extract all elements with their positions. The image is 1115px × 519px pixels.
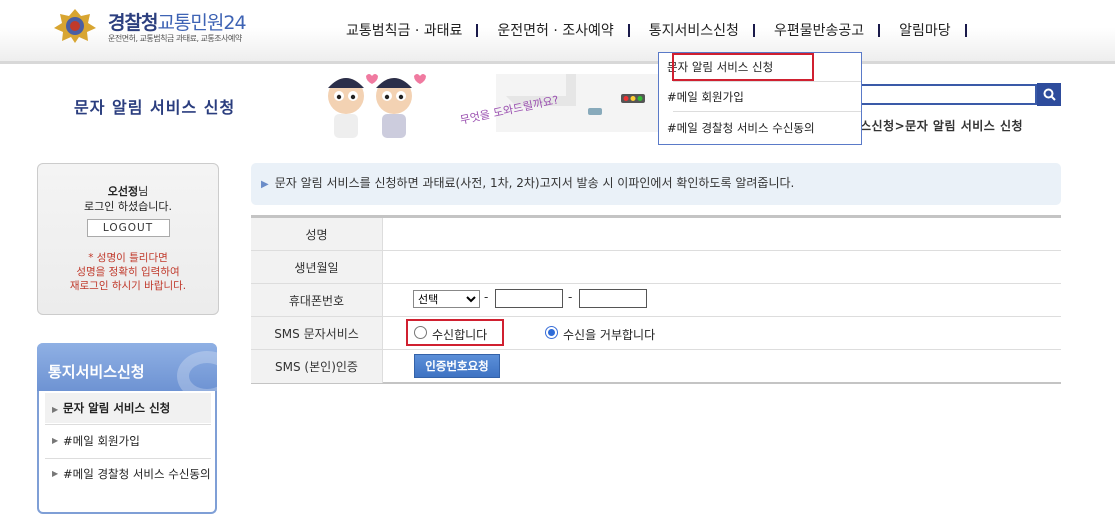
info-text: 문자 알림 서비스를 신청하면 과태료(사전, 1차, 2차)고지서 발송 시 …	[274, 176, 795, 190]
request-cert-code-button[interactable]: 인증번호요청	[414, 354, 500, 378]
chevron-right-icon: ▶	[52, 469, 59, 478]
dropdown-item-email-join[interactable]: #메일 회원가입	[667, 89, 744, 105]
login-warning: * 성명이 틀리다면 성명을 정확히 입력하여 재로그인 하시기 바랍니다.	[38, 251, 218, 293]
highlight-box	[406, 319, 504, 346]
form-row-sms-service: SMS 문자서비스 수신합니다 수신을 거부합니다	[251, 317, 1061, 350]
nav-separator	[476, 23, 479, 37]
dropdown-divider	[673, 111, 861, 112]
triangle-bullet-icon: ▶	[261, 179, 269, 190]
highlight-box	[672, 53, 814, 81]
police-emblem-icon	[54, 9, 96, 43]
nav-separator	[964, 23, 967, 37]
info-message: ▶ 문자 알림 서비스를 신청하면 과태료(사전, 1차, 2차)고지서 발송 시…	[251, 163, 1061, 205]
nav-separator	[878, 23, 881, 37]
nav-notification[interactable]: 통지서비스신청	[649, 20, 774, 40]
phone-prefix-select[interactable]: 선택	[413, 290, 480, 308]
form-row-name: 성명	[251, 218, 1061, 251]
swoosh-decoration	[177, 351, 217, 391]
search-input[interactable]	[852, 84, 1037, 105]
sidebar-item-sms-alert[interactable]: ▶ 문자 알림 서비스 신청	[45, 393, 211, 423]
field-label: 성명	[251, 218, 383, 250]
sms-signup-form: 성명 생년월일 휴대폰번호 선택 - - SMS 문자서비스 수신합니다 수신을…	[251, 215, 1061, 384]
form-row-phone: 휴대폰번호 선택 - -	[251, 284, 1061, 317]
search-icon	[1043, 88, 1056, 101]
user-name-suffix: 님	[138, 185, 149, 198]
logo-tagline: 운전면허, 교통범칙금 과태료, 교통조사예약	[108, 34, 242, 43]
side-menu-title: 통지서비스신청	[37, 343, 217, 391]
form-row-birthdate: 생년월일	[251, 251, 1061, 284]
sidebar-item-email-consent[interactable]: ▶ #메일 경찰청 서비스 수신동의	[45, 466, 211, 482]
sidebar-item-label: 문자 알림 서비스 신청	[63, 401, 171, 415]
side-menu-title-text: 통지서비스신청	[48, 363, 145, 381]
chevron-right-icon: ▶	[52, 405, 59, 414]
login-greeting: 로그인 하셨습니다.	[84, 200, 172, 213]
warning-line: * 성명이 틀리다면	[88, 252, 168, 264]
search-button[interactable]	[1037, 83, 1061, 106]
field-label: SMS (본인)인증	[251, 350, 383, 383]
sidebar-divider	[45, 458, 211, 459]
logo-text-sub-brand: 교통민원24	[157, 12, 246, 34]
sidebar-item-email-join[interactable]: ▶ #메일 회원가입	[45, 433, 211, 449]
logo-text-main: 경찰청	[108, 12, 158, 34]
nav-notice[interactable]: 알림마당	[899, 20, 986, 40]
nav-separator	[752, 23, 755, 37]
warning-line: 재로그인 하시기 바랍니다.	[69, 280, 187, 292]
nav-label: 통지서비스신청	[648, 23, 739, 39]
birthdate-value	[383, 251, 1061, 283]
field-label: 생년월일	[251, 251, 383, 283]
nav-label: 교통범칙금 · 과태료	[346, 23, 463, 39]
main-nav: 교통범칙금 · 과태료 운전면허 · 조사예약 통지서비스신청 우편물반송공고 …	[346, 20, 986, 40]
sms-decline-radio[interactable]	[545, 326, 558, 339]
field-label: SMS 문자서비스	[251, 317, 383, 349]
nav-label: 알림마당	[899, 23, 951, 39]
page-title: 문자 알림 서비스 신청	[74, 98, 236, 117]
user-name: 오선정	[107, 185, 139, 198]
nav-label: 운전면허 · 조사예약	[497, 23, 614, 39]
sidebar-item-label: #메일 회원가입	[63, 434, 140, 448]
sms-decline-label[interactable]: 수신을 거부합니다	[563, 326, 655, 343]
side-menu: 통지서비스신청 ▶ 문자 알림 서비스 신청 ▶ #메일 회원가입 ▶ #메일 …	[37, 343, 217, 514]
name-value	[383, 218, 1061, 250]
nav-license[interactable]: 운전면허 · 조사예약	[497, 20, 648, 40]
nav-separator	[627, 23, 630, 37]
top-header: 경찰청교통민원24 운전면허, 교통범칙금 과태료, 교통조사예약 교통범칙금 …	[0, 0, 1115, 64]
mascot-banner: 무엇을 도와드릴까요?	[328, 74, 658, 138]
sidebar-divider	[45, 424, 211, 425]
field-label: 휴대폰번호	[251, 284, 383, 316]
nav-fines[interactable]: 교통범칙금 · 과태료	[346, 20, 497, 40]
dash: -	[484, 290, 489, 304]
logout-button[interactable]: LOGOUT	[86, 219, 170, 237]
dropdown-divider	[673, 81, 861, 82]
phone-last-input[interactable]	[579, 289, 647, 308]
breadcrumb: 스신청>문자 알림 서비스 신청	[860, 119, 1024, 133]
phone-middle-input[interactable]	[495, 289, 563, 308]
form-row-sms-cert: SMS (본인)인증 인증번호요청	[251, 350, 1061, 383]
sidebar-item-label: #메일 경찰청 서비스 수신동의	[63, 467, 211, 481]
warning-line: 성명을 정확히 입력하여	[76, 266, 180, 278]
dropdown-item-email-consent[interactable]: #메일 경찰청 서비스 수신동의	[667, 120, 815, 136]
nav-label: 우편물반송공고	[773, 23, 865, 39]
nav-returned-mail[interactable]: 우편물반송공고	[774, 20, 899, 40]
chevron-right-icon: ▶	[52, 436, 59, 445]
login-panel: 오선정님 로그인 하셨습니다. LOGOUT * 성명이 틀리다면 성명을 정확…	[37, 163, 219, 315]
dash: -	[568, 290, 573, 304]
